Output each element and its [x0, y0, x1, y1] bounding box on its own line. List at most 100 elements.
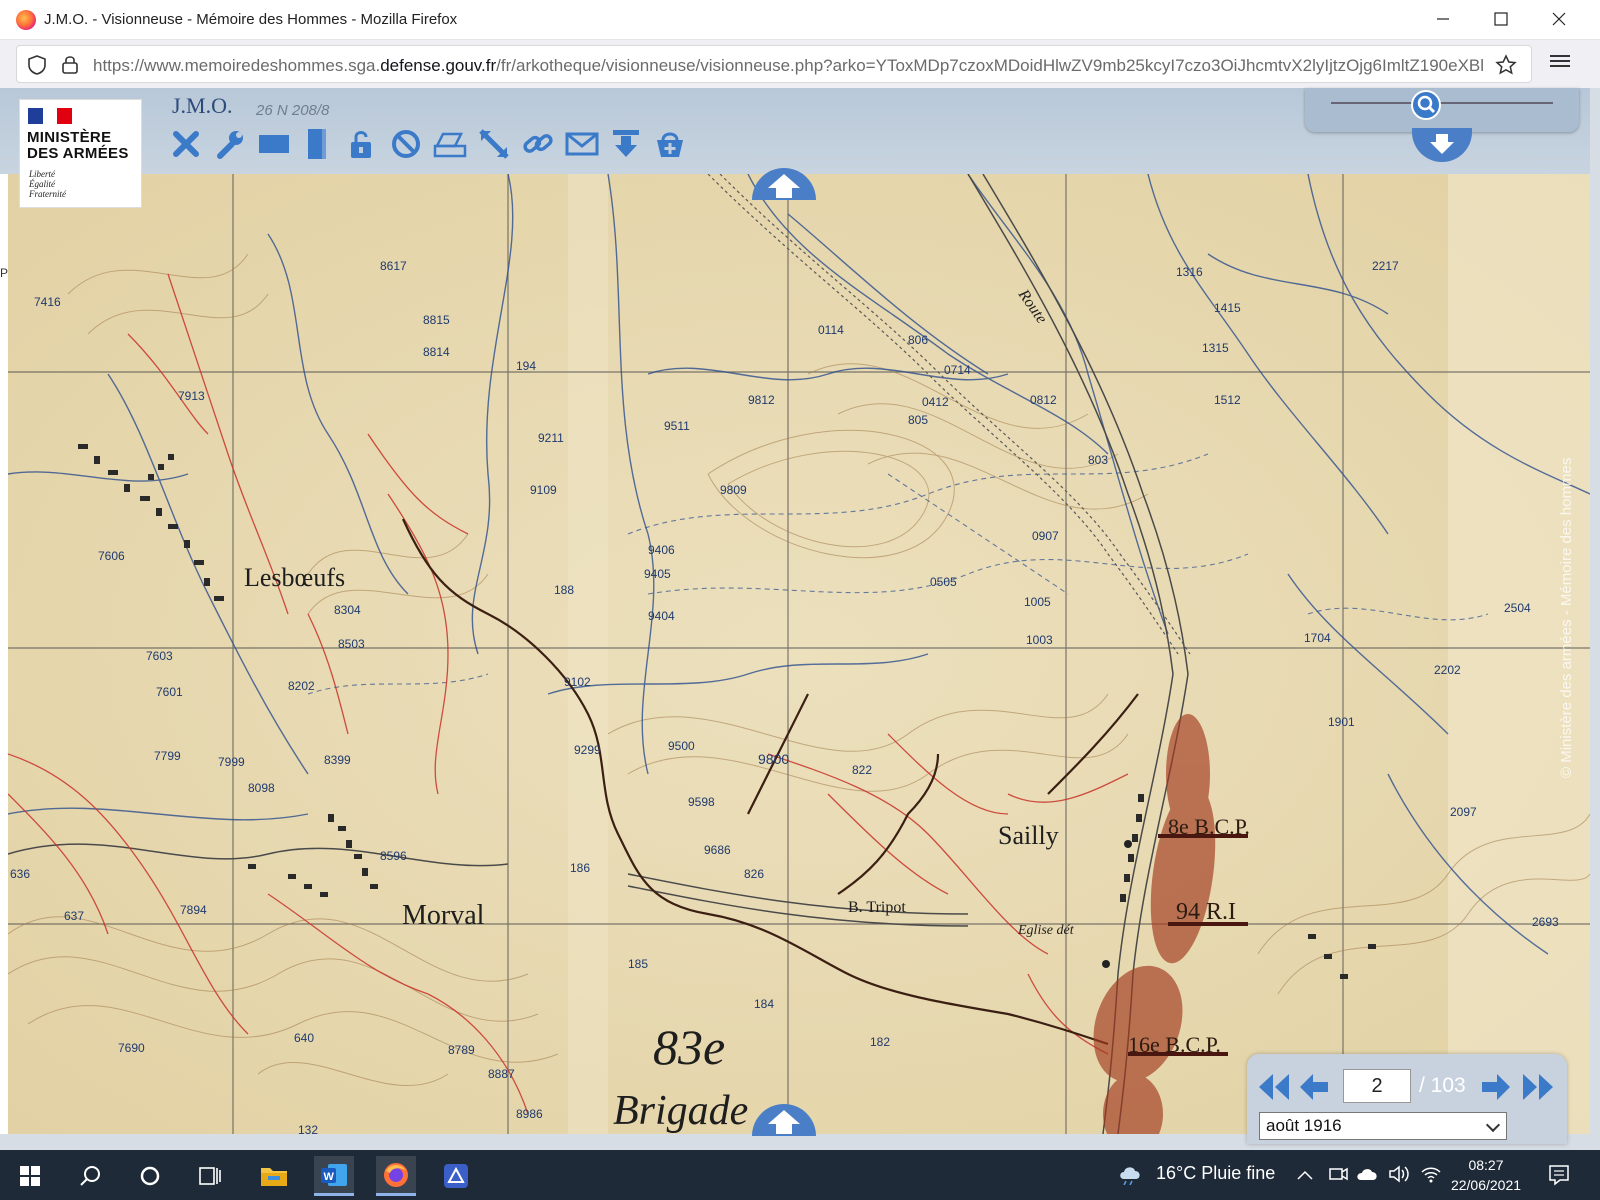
basket-icon[interactable]: [652, 126, 688, 162]
map-spot-height: 9211: [538, 431, 564, 445]
url-text[interactable]: https://www.memoiredeshommes.sga.defense…: [93, 56, 1493, 76]
map-spot-height: 9109: [530, 483, 557, 497]
map-spot-height: 7416: [34, 295, 61, 309]
map-spot-height: 1704: [1304, 631, 1331, 645]
onedrive-icon[interactable]: [1356, 1164, 1380, 1184]
french-flag-marianne: [28, 108, 73, 124]
map-label-94ri: 94 R.I: [1176, 899, 1236, 925]
map-label-brigade: Brigade: [613, 1088, 748, 1134]
map-spot-height: 803: [1088, 453, 1108, 467]
map-spot-height: 2217: [1372, 259, 1399, 273]
page-total: / 103: [1419, 1074, 1466, 1097]
map-image[interactable]: Lesbœufs Morval Sailly 83e Brigade 8e B.…: [8, 174, 1590, 1134]
document-cote: 26 N 208/8: [256, 102, 330, 119]
map-spot-height: 8815: [423, 313, 450, 327]
hamburger-menu-icon[interactable]: [1550, 52, 1570, 70]
bookmark-star-icon[interactable]: [1495, 54, 1517, 76]
map-spot-height: 0714: [944, 363, 971, 377]
firefox-taskbar-icon[interactable]: [376, 1156, 416, 1196]
viewer-toolbar: [168, 126, 688, 162]
map-spot-height: 1901: [1328, 715, 1355, 729]
map-label-brigade-number: 83e: [653, 1019, 725, 1075]
previous-page-icon[interactable]: [1297, 1070, 1331, 1104]
unlock-icon[interactable]: [344, 126, 380, 162]
map-spot-height: 8887: [488, 1067, 515, 1081]
file-explorer-icon[interactable]: [254, 1156, 294, 1196]
map-spot-height: 1512: [1214, 393, 1241, 407]
map-spot-height: 826: [744, 867, 764, 881]
close-window-button[interactable]: [1530, 0, 1588, 38]
ministry-name: MINISTÈRE DES ARMÉES: [27, 129, 129, 162]
chevron-down-icon: [1485, 1117, 1501, 1133]
chevron-up-icon[interactable]: [1296, 1168, 1314, 1182]
link-icon[interactable]: [520, 126, 556, 162]
minimize-button[interactable]: [1414, 0, 1472, 38]
scroll-up-button[interactable]: [752, 168, 816, 200]
windows-start-icon[interactable]: [10, 1156, 50, 1196]
print-icon[interactable]: [432, 126, 468, 162]
map-spot-height: 7606: [98, 549, 125, 563]
zoom-slider[interactable]: [1331, 102, 1553, 104]
map-spot-height: 7894: [180, 903, 207, 917]
mail-icon[interactable]: [564, 126, 600, 162]
task-view-icon[interactable]: [190, 1156, 230, 1196]
maximize-button[interactable]: [1472, 0, 1530, 38]
page-number-input[interactable]: 2: [1343, 1069, 1411, 1103]
map-spot-height: 7799: [154, 749, 181, 763]
meet-now-icon[interactable]: [1328, 1164, 1348, 1184]
word-icon[interactable]: W: [314, 1156, 354, 1196]
left-panel-tab[interactable]: Pl: [0, 174, 11, 1134]
weather-rain-icon[interactable]: [1118, 1163, 1144, 1185]
weather-text[interactable]: 16°C Pluie fine: [1156, 1163, 1275, 1184]
first-page-icon[interactable]: [1255, 1070, 1289, 1104]
map-spot-height: 2202: [1434, 663, 1461, 677]
fullscreen-icon[interactable]: [476, 126, 512, 162]
map-spot-height: 132: [298, 1123, 318, 1134]
cortana-icon[interactable]: [130, 1156, 170, 1196]
page-navigator: 2 / 103 août 1916: [1247, 1054, 1567, 1144]
map-spot-height: 806: [908, 333, 928, 347]
last-page-icon[interactable]: [1521, 1070, 1555, 1104]
copyright-watermark: © Ministère des armées - Mémoire des hom…: [1558, 457, 1575, 778]
forbidden-icon[interactable]: [388, 126, 424, 162]
map-spot-height: 0412: [922, 395, 949, 409]
map-spot-height: 7690: [118, 1041, 145, 1055]
map-spot-height: 7601: [156, 685, 183, 699]
close-icon[interactable]: [168, 126, 204, 162]
scroll-down-button[interactable]: [752, 1104, 816, 1136]
app-icon[interactable]: [436, 1156, 476, 1196]
fit-height-icon[interactable]: [300, 126, 336, 162]
month-select[interactable]: août 1916: [1259, 1112, 1507, 1140]
zoom-panel: [1305, 88, 1579, 132]
svg-text:W: W: [324, 1171, 335, 1183]
url-bar[interactable]: https://www.memoiredeshommes.sga.defense…: [16, 45, 1532, 83]
map-spot-height: 8304: [334, 603, 361, 617]
next-page-icon[interactable]: [1479, 1070, 1513, 1104]
system-clock[interactable]: 08:27 22/06/2021: [1448, 1155, 1524, 1195]
notification-icon[interactable]: [1548, 1164, 1570, 1186]
map-spot-height: 9404: [648, 609, 675, 623]
shield-icon[interactable]: [27, 54, 47, 76]
wifi-icon[interactable]: [1420, 1164, 1442, 1184]
fit-width-icon[interactable]: [256, 126, 292, 162]
search-icon[interactable]: [70, 1156, 110, 1196]
download-icon[interactable]: [608, 126, 644, 162]
firefox-icon: [16, 9, 36, 30]
map-spot-height: 9800: [758, 751, 789, 767]
map-label-16bcp: 16e B.C.P.: [1128, 1032, 1221, 1057]
map-spot-height: 8617: [380, 259, 407, 273]
map-spot-height: 186: [570, 861, 590, 875]
ministry-logo[interactable]: MINISTÈRE DES ARMÉES Liberté Égalité Frater…: [19, 99, 142, 208]
map-spot-height: 185: [628, 957, 648, 971]
viewer-title: J.M.O.: [172, 93, 233, 118]
map-label-8bcp: 8e B.C.P.: [1168, 814, 1250, 839]
viewer-header: J.M.O. 26 N 208/8: [0, 88, 1590, 174]
volume-icon[interactable]: [1388, 1164, 1410, 1184]
wrench-icon[interactable]: [212, 126, 248, 162]
map-spot-height: 1005: [1024, 595, 1051, 609]
zoom-slider-handle[interactable]: [1411, 90, 1441, 120]
map-spot-height: 182: [870, 1035, 890, 1049]
collapse-header-button[interactable]: [1412, 128, 1472, 162]
map-spot-height: 9406: [648, 543, 675, 557]
lock-icon[interactable]: [61, 54, 79, 74]
